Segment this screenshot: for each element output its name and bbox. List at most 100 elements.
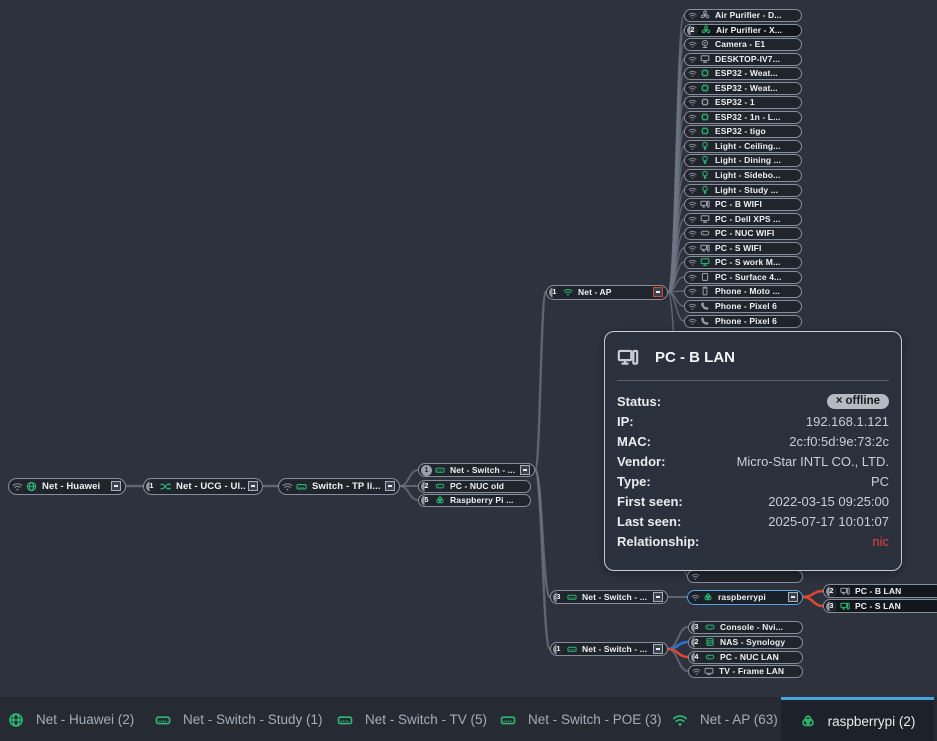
bulb-icon xyxy=(700,141,710,151)
node-label: DESKTOP-IV7... xyxy=(713,54,797,64)
nas-icon xyxy=(705,637,715,647)
node-net-switch-mid[interactable]: 1Net - Switch - ... xyxy=(418,463,535,477)
tab-net-ap-63[interactable]: Net - AP (63) xyxy=(672,697,778,741)
wifi-icon xyxy=(688,186,697,195)
node-net-huawei[interactable]: Net - Huawei xyxy=(8,478,126,495)
node-label: Console - Nvi... xyxy=(718,622,798,632)
node-pc-nuc-lan[interactable]: 4PC - NUC LAN xyxy=(688,651,803,664)
divider xyxy=(617,380,889,381)
node-pc-b-lan[interactable]: 2PC - B LAN xyxy=(823,584,937,598)
node-dev-light-sideboard[interactable]: Light - Sidebo... xyxy=(684,169,802,182)
switch-icon xyxy=(567,592,577,602)
node-dev-pc-b-wifi[interactable]: PC - B WIFI xyxy=(684,198,802,211)
collapse-button[interactable] xyxy=(788,592,798,602)
chip-icon xyxy=(700,83,710,93)
node-dev-air-purifier-x[interactable]: 2Air Purifier - X... xyxy=(684,24,802,37)
node-label: Net - Switch - ... xyxy=(448,465,517,475)
nuc-icon xyxy=(705,652,715,662)
node-dev-esp32-tigo[interactable]: ESP32 - tigo xyxy=(684,125,802,138)
node-dev-phone-pixel6-2[interactable]: Phone - Pixel 6 xyxy=(684,315,802,328)
collapse-button[interactable] xyxy=(248,481,258,491)
tab-raspberrypi-2[interactable]: raspberrypi (2) xyxy=(781,697,934,741)
wifi-icon xyxy=(688,200,697,209)
node-label: TV - Frame LAN xyxy=(717,666,798,676)
node-dev-esp32-1n[interactable]: ESP32 - 1n - L... xyxy=(684,111,802,124)
node-label: Switch - TP li... xyxy=(310,481,382,492)
node-dev-esp32-weat-1[interactable]: ESP32 - Weat... xyxy=(684,67,802,80)
node-dev-esp32-weat-2[interactable]: ESP32 - Weat... xyxy=(684,82,802,95)
wifi-icon xyxy=(688,11,697,20)
node-dev-phone-pixel6-1[interactable]: Phone - Pixel 6 xyxy=(684,300,802,313)
tooltip-row: Status:×offline xyxy=(615,391,891,411)
node-tv-frame-lan[interactable]: TV - Frame LAN xyxy=(688,665,803,678)
node-dev-esp32-1[interactable]: ESP32 - 1 xyxy=(684,96,802,109)
node-label: ESP32 - tigo xyxy=(713,126,797,136)
node-label: PC - S LAN xyxy=(853,601,937,611)
collapse-button[interactable] xyxy=(653,592,663,602)
tooltip-row-label: IP: xyxy=(617,414,634,429)
node-switch-tp[interactable]: Switch - TP li... xyxy=(278,478,400,495)
node-dev-pc-nuc-wifi[interactable]: PC - NUC WIFI xyxy=(684,227,802,240)
tooltip-row-value: 192.168.1.121 xyxy=(806,414,889,429)
node-label: Net - Switch - ... xyxy=(580,592,650,602)
node-label: PC - NUC WIFI xyxy=(713,228,797,238)
node-dev-air-purifier-d[interactable]: Air Purifier - D... xyxy=(684,9,802,22)
tab-net-switch-tv-5[interactable]: Net - Switch - TV (5) xyxy=(337,697,487,741)
wifi-icon xyxy=(692,667,701,676)
node-dev-phone-moto[interactable]: Phone - Moto ... xyxy=(684,285,802,298)
wifi-icon xyxy=(12,481,23,492)
node-pc-s-lan[interactable]: 3PC - S LAN xyxy=(823,599,937,613)
tab-label: Net - Switch - TV (5) xyxy=(365,712,487,727)
tab-net-switch-study-1[interactable]: Net - Switch - Study (1) xyxy=(155,697,323,741)
device-count-badge: 5 xyxy=(421,495,432,506)
node-raspberry-pi[interactable]: 5Raspberry Pi ... xyxy=(418,494,531,507)
tab-net-switch-poe-3[interactable]: Net - Switch - POE (3) xyxy=(500,697,662,741)
tab-net-huawei-2[interactable]: Net - Huawei (2) xyxy=(8,697,134,741)
tooltip-row-value: nic xyxy=(872,534,889,549)
node-dev-light-ceiling[interactable]: Light - Ceiling... xyxy=(684,140,802,153)
node-net-ap[interactable]: 1Net - AP xyxy=(546,285,668,300)
node-pc-nuc-old[interactable]: 2PC - NUC old xyxy=(418,480,531,493)
wifi-icon xyxy=(688,317,697,326)
tab-label: Net - Huawei (2) xyxy=(36,712,134,727)
tooltip-row: Relationship: nic xyxy=(615,531,891,551)
node-dev-pc-dell-xps[interactable]: PC - Dell XPS ... xyxy=(684,213,802,226)
tooltip-row-label: Relationship: xyxy=(617,534,699,549)
pc-icon xyxy=(840,586,850,596)
node-console-nvidia[interactable]: 3Console - Nvi... xyxy=(688,621,803,634)
node-label: Air Purifier - X... xyxy=(714,25,797,35)
node-dev-pc-surface[interactable]: PC - Surface 4... xyxy=(684,271,802,284)
node-dev-light-study[interactable]: Light - Study ... xyxy=(684,184,802,197)
node-partially-hidden-device[interactable] xyxy=(687,570,803,583)
camera-icon xyxy=(700,39,710,49)
collapse-button[interactable] xyxy=(385,481,395,491)
collapse-button[interactable] xyxy=(111,481,121,491)
collapse-button[interactable] xyxy=(520,465,530,475)
node-raspberrypi-selected[interactable]: raspberrypi xyxy=(687,590,803,605)
node-label: ESP32 - 1n - L... xyxy=(713,112,797,122)
wifi-icon xyxy=(688,84,697,93)
node-nas-synology[interactable]: 2NAS - Synology xyxy=(688,636,803,649)
tooltip-row-value: 2c:f0:5d:9e:73:2c xyxy=(789,434,889,449)
node-net-ucg[interactable]: 1Net - UCG - Ul... xyxy=(143,478,263,495)
node-label: Camera - E1 xyxy=(713,39,797,49)
node-label: Light - Ceiling... xyxy=(713,141,797,151)
node-dev-pc-s-work[interactable]: PC - S work M... xyxy=(684,256,802,269)
node-net-switch-1[interactable]: 1Net - Switch - ... xyxy=(550,642,668,656)
wifi-icon xyxy=(688,229,697,238)
wifi-icon xyxy=(688,69,697,78)
tv-icon xyxy=(704,666,714,676)
collapse-button[interactable] xyxy=(653,287,663,297)
raspberry-icon xyxy=(435,495,445,505)
node-dev-desktop-iv7[interactable]: DESKTOP-IV7... xyxy=(684,53,802,66)
wifi-icon xyxy=(688,287,697,296)
monitor-icon xyxy=(700,54,710,64)
tooltip-row: First seen:2022-03-15 09:25:00 xyxy=(615,491,891,511)
tooltip-header: PC - B LAN xyxy=(615,342,891,378)
node-net-switch-3[interactable]: 3Net - Switch - ... xyxy=(550,590,668,604)
node-dev-camera-e1[interactable]: Camera - E1 xyxy=(684,38,802,51)
node-dev-light-dining[interactable]: Light - Dining ... xyxy=(684,154,802,167)
node-dev-pc-s-wifi[interactable]: PC - S WIFI xyxy=(684,242,802,255)
bulb-icon xyxy=(700,170,710,180)
collapse-button[interactable] xyxy=(653,644,663,654)
